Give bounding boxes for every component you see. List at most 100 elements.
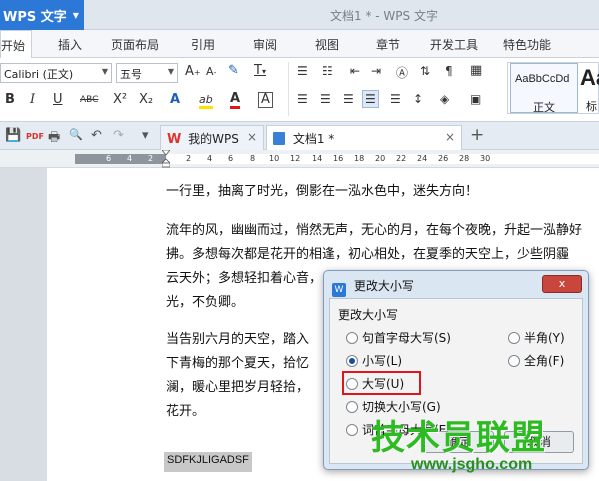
sort-icon[interactable]: ⇅ <box>420 64 430 78</box>
option-lowercase[interactable]: 小写(L) <box>346 352 402 369</box>
phonetic-guide-button[interactable]: T▾ <box>254 63 266 78</box>
tab-references[interactable]: 引用 <box>191 36 215 53</box>
customize-toolbar-icon[interactable]: ▾ <box>142 128 149 143</box>
style-normal[interactable]: AaBbCcDd 正文 <box>510 63 578 114</box>
redo-icon[interactable]: ↷ <box>113 128 124 143</box>
tab-developer[interactable]: 开发工具 <box>430 36 478 53</box>
shading-icon[interactable]: ◈ <box>440 92 449 106</box>
justify-icon[interactable]: ☰ <box>362 90 379 108</box>
indent-marker-icon[interactable] <box>162 150 170 168</box>
ruler-number: 10 <box>269 154 280 163</box>
radio-button[interactable] <box>346 400 358 413</box>
distributed-align-icon[interactable]: ☰ <box>390 92 401 106</box>
option-half-width[interactable]: 半角(Y) <box>508 329 565 346</box>
char-border-button[interactable]: A <box>258 92 273 108</box>
selected-text[interactable]: SDFKJLIGADSF <box>164 452 252 472</box>
tab-special-features[interactable]: 特色功能 <box>503 36 551 53</box>
align-left-icon[interactable]: ☰ <box>297 92 308 106</box>
radio-button[interactable] <box>508 331 520 344</box>
clear-format-button[interactable]: ✎ <box>228 63 239 78</box>
document-tab-bar: 💾 PDF 🖶 🔍 ↶ ↷ ▾ W 我的WPS × 文档1 * × + <box>0 122 599 150</box>
show-marks-icon[interactable]: ¶ <box>445 64 453 78</box>
font-name-value: Calibri (正文) <box>4 68 74 81</box>
bold-button[interactable]: B <box>5 92 15 107</box>
table-icon[interactable]: ▦ <box>470 63 482 78</box>
style-label: 标 <box>586 100 597 113</box>
shrink-font-button[interactable]: A- <box>206 65 216 78</box>
font-name-select[interactable]: Calibri (正文) ▼ <box>0 63 112 83</box>
tab-review[interactable]: 审阅 <box>253 36 277 53</box>
line-spacing-icon[interactable]: ↕ <box>413 92 423 106</box>
numbered-list-icon[interactable]: ☷ <box>322 64 333 78</box>
bullet-list-icon[interactable]: ☰ <box>297 64 308 78</box>
horizontal-ruler[interactable]: 6 4 2 2 4 6 8 10 12 14 16 18 20 22 24 26… <box>0 150 599 168</box>
tab-my-wps[interactable]: W 我的WPS × <box>160 125 264 150</box>
watermark-title: 技术员联盟 <box>371 418 546 458</box>
option-label: 半角(Y) <box>524 331 565 345</box>
ribbon-tab-bar: 开始 插入 页面布局 引用 审阅 视图 章节 开发工具 特色功能 <box>0 30 599 59</box>
font-color-button[interactable]: A <box>230 91 241 109</box>
save-icon[interactable]: 💾 <box>5 128 21 143</box>
tab-view[interactable]: 视图 <box>315 36 339 53</box>
radio-button[interactable] <box>508 354 520 367</box>
eraser-icon: ✎ <box>228 63 239 78</box>
print-icon[interactable]: 🖶 <box>48 128 60 150</box>
divider <box>288 62 289 116</box>
radio-button[interactable] <box>346 423 358 436</box>
new-tab-button[interactable]: + <box>470 125 484 145</box>
style-sample: Aa <box>580 65 599 90</box>
tab-label: 文档1 * <box>292 132 335 146</box>
increase-indent-icon[interactable]: ⇥ <box>371 64 381 78</box>
close-icon[interactable]: × <box>247 130 257 144</box>
ruler-number: 12 <box>290 154 301 163</box>
export-pdf-icon[interactable]: PDF <box>26 132 44 141</box>
print-preview-icon[interactable]: 🔍 <box>69 128 83 141</box>
option-label: 全角(F) <box>524 354 565 368</box>
ruler-number: 26 <box>438 154 449 163</box>
tab-insert[interactable]: 插入 <box>58 36 82 53</box>
radio-button-checked[interactable] <box>346 354 358 367</box>
chevron-down-icon: ▼ <box>72 10 79 20</box>
ruler-number: 18 <box>354 154 365 163</box>
ruler-number: 16 <box>333 154 344 163</box>
italic-button[interactable]: I <box>30 92 35 107</box>
chevron-down-icon: ▼ <box>167 67 174 76</box>
tab-page-layout[interactable]: 页面布局 <box>111 36 159 53</box>
watermark-url: www.jsgho.com <box>411 456 533 473</box>
app-menu-button[interactable]: WPS 文字 ▼ <box>0 0 84 30</box>
option-full-width[interactable]: 全角(F) <box>508 352 564 369</box>
wps-app-icon: W <box>332 283 346 297</box>
borders-icon[interactable]: ▣ <box>470 92 481 106</box>
ruler-number: 2 <box>148 154 154 163</box>
decrease-indent-icon[interactable]: ⇤ <box>350 64 360 78</box>
strikethrough-button[interactable]: ABC <box>80 95 98 105</box>
dialog-close-button[interactable]: x <box>542 275 582 293</box>
tab-chapter[interactable]: 章节 <box>376 36 400 53</box>
option-label: 小写(L) <box>362 354 403 368</box>
grow-font-button[interactable]: A+ <box>185 64 201 79</box>
ruler-number: 30 <box>480 154 491 163</box>
text-effect-button[interactable]: A <box>170 92 180 107</box>
option-sentence-case[interactable]: 句首字母大写(S) <box>346 329 451 346</box>
align-right-icon[interactable]: ☰ <box>343 92 354 106</box>
highlight-button[interactable]: ab <box>199 93 213 109</box>
style-label: 正文 <box>533 101 555 114</box>
chinese-layout-icon[interactable]: Ⓐ <box>396 64 408 81</box>
tab-document-1[interactable]: 文档1 * × <box>266 125 462 150</box>
underline-button[interactable]: U <box>53 92 63 107</box>
font-size-select[interactable]: 五号 ▼ <box>116 63 178 83</box>
text-line: 拂。多想每次都是花开的相逢，初心相处，在夏季的天空上，少些阴霾 <box>166 247 570 262</box>
subscript-button[interactable]: X₂ <box>139 92 153 107</box>
wps-logo-icon: W <box>167 132 182 147</box>
style-gallery: AaBbCcDd 正文 Aa 标 <box>507 62 599 114</box>
tab-home[interactable]: 开始 <box>0 30 33 59</box>
undo-icon[interactable]: ↶ <box>91 128 102 143</box>
superscript-button[interactable]: X² <box>113 92 127 107</box>
align-center-icon[interactable]: ☰ <box>320 92 331 106</box>
close-icon[interactable]: × <box>445 130 455 144</box>
dialog-title-bar: W 更改大小写 <box>332 277 414 297</box>
radio-button[interactable] <box>346 331 358 344</box>
ruler-number: 20 <box>375 154 386 163</box>
ruler-number: 8 <box>250 154 256 163</box>
style-heading[interactable]: Aa 标 <box>578 63 599 113</box>
